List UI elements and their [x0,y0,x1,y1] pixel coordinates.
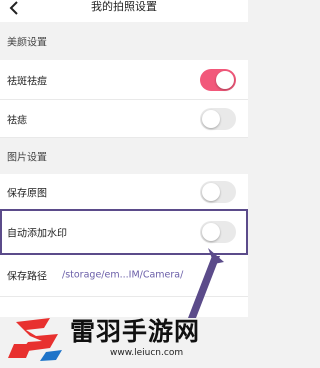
watermark-url: www.leiucn.com [110,348,184,358]
watermark-name: 雷羽手游网 [70,317,201,346]
leiyu-logo-icon [8,318,62,361]
watermark-overlay: 雷羽手游网 www.leiucn.com [0,300,248,368]
